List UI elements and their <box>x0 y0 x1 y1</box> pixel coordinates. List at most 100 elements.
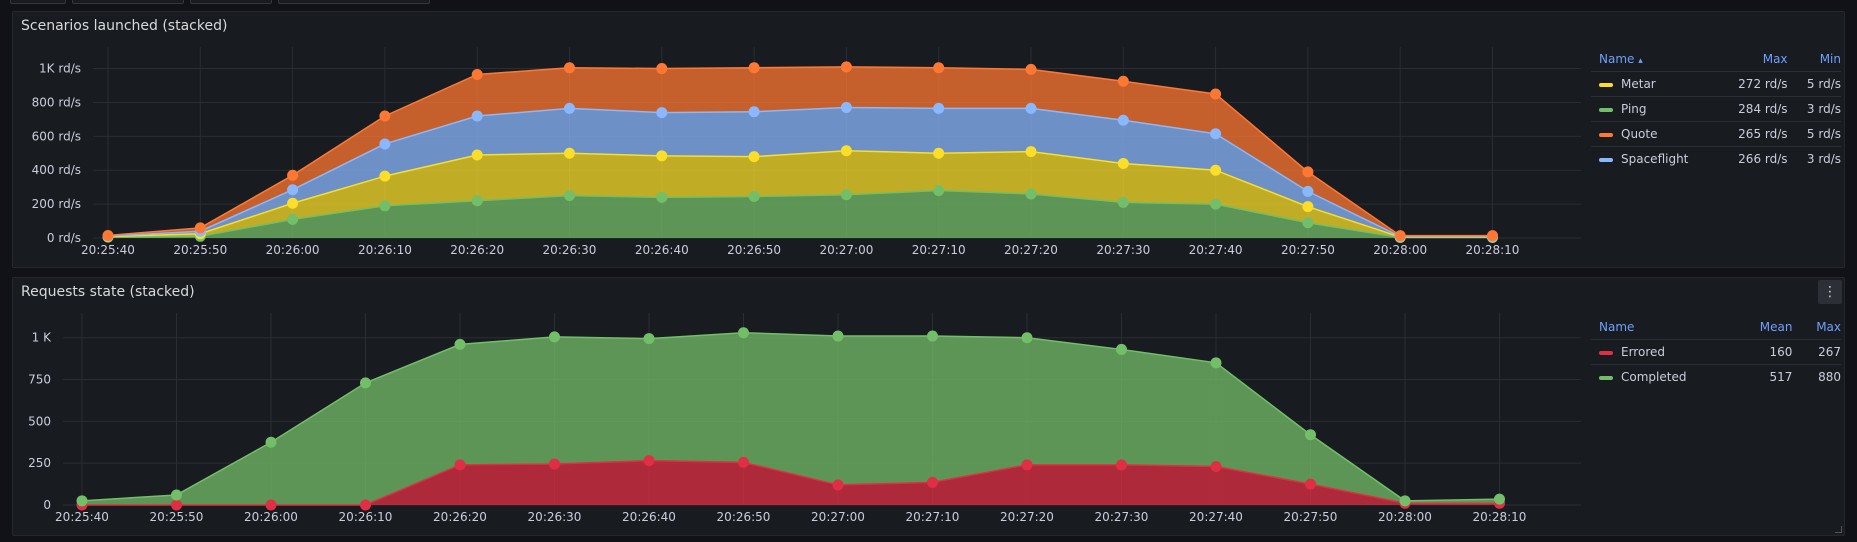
x-tick-label: 20:26:30 <box>528 510 582 524</box>
legend-series-name: Completed <box>1621 370 1687 384</box>
y-tick-label: 250 <box>28 456 51 470</box>
data-point <box>832 479 844 491</box>
data-point <box>748 106 760 118</box>
kebab-menu-icon[interactable]: ⋮ <box>1818 280 1842 304</box>
legend-value: 3 rd/s <box>1787 146 1841 171</box>
legend-row[interactable]: Errored 160 267 <box>1591 339 1841 365</box>
toolbar-button[interactable] <box>190 0 272 4</box>
data-point <box>1302 217 1314 229</box>
data-point <box>76 495 88 507</box>
y-tick-label: 400 rd/s <box>32 163 81 177</box>
x-tick-label: 20:26:00 <box>266 243 320 257</box>
data-point <box>1025 102 1037 114</box>
data-point <box>1117 157 1129 169</box>
x-tick-label: 20:26:00 <box>244 510 298 524</box>
data-point <box>360 499 371 511</box>
data-point <box>171 499 182 511</box>
data-point <box>1117 114 1129 126</box>
y-tick-label: 600 rd/s <box>32 129 81 143</box>
legend-series-name: Metar <box>1621 77 1656 91</box>
data-point <box>738 456 749 468</box>
data-point <box>1305 478 1316 490</box>
x-tick-label: 20:26:20 <box>433 510 487 524</box>
legend-series-name: Ping <box>1621 102 1647 116</box>
data-point <box>643 455 655 467</box>
data-point <box>933 102 945 114</box>
legend-header-max[interactable]: Max <box>1715 52 1788 72</box>
data-point <box>927 330 938 342</box>
requests-panel: Requests state (stacked) ⋮ 0 250 500 750 1 K… <box>12 277 1845 536</box>
x-tick-label: 20:26:20 <box>450 243 504 257</box>
legend-row[interactable]: Quote 265 rd/s 5 rd/s <box>1591 121 1841 147</box>
data-point <box>379 170 391 182</box>
data-point <box>454 459 466 471</box>
data-point <box>171 489 182 501</box>
data-point <box>656 191 668 203</box>
x-tick-label: 20:27:10 <box>906 510 960 524</box>
data-point <box>471 195 483 207</box>
data-point <box>549 458 560 470</box>
x-tick-label: 20:27:30 <box>1095 510 1149 524</box>
data-point <box>656 63 668 75</box>
data-point <box>1302 166 1314 178</box>
data-point <box>832 330 844 342</box>
legend-color-swatch <box>1599 375 1613 380</box>
legend-row[interactable]: Spaceflight 266 rd/s 3 rd/s <box>1591 146 1841 171</box>
data-point <box>840 61 852 73</box>
x-tick-label: 20:28:10 <box>1473 510 1527 524</box>
x-tick-label: 20:27:40 <box>1189 510 1243 524</box>
scenarios-chart: 0 rd/s 200 rd/s 400 rd/s 600 rd/s 800 rd/s 1K… <box>32 47 1581 257</box>
legend-row[interactable]: Metar 272 rd/s 5 rd/s <box>1591 71 1841 97</box>
data-point <box>287 197 299 209</box>
y-tick-label: 1 K <box>32 331 52 345</box>
scenarios-panel: Scenarios launched (stacked) 0 rd/s 200 r… <box>12 11 1845 268</box>
x-tick-label: 20:26:10 <box>339 510 393 524</box>
data-point <box>1210 461 1222 473</box>
legend-row[interactable]: Completed 517 880 <box>1591 364 1841 389</box>
data-point <box>748 151 760 163</box>
data-point <box>265 499 277 511</box>
x-tick-label: 20:27:50 <box>1281 243 1335 257</box>
data-point <box>933 62 945 74</box>
data-point <box>1021 332 1033 344</box>
scenarios-legend: Name ▴ Max Min Metar 272 rd/s 5 rd/s Ping 28… <box>1591 52 1841 171</box>
legend-row[interactable]: Ping 284 rd/s 3 rd/s <box>1591 96 1841 122</box>
y-tick-label: 200 rd/s <box>32 197 81 211</box>
x-tick-label: 20:26:40 <box>635 243 689 257</box>
data-point <box>933 147 945 159</box>
x-tick-label: 20:27:20 <box>1004 243 1058 257</box>
data-point <box>102 229 114 241</box>
legend-header-name[interactable]: Name <box>1591 320 1732 340</box>
legend-header-name[interactable]: Name ▴ <box>1591 52 1715 72</box>
sort-asc-icon: ▴ <box>1638 56 1643 66</box>
x-tick-label: 20:25:50 <box>150 510 204 524</box>
toolbar-button[interactable] <box>10 0 66 4</box>
x-tick-label: 20:26:50 <box>717 510 771 524</box>
data-point <box>643 333 655 345</box>
data-point <box>379 110 391 122</box>
y-tick-label: 0 rd/s <box>47 231 81 245</box>
x-tick-label: 20:25:40 <box>55 510 109 524</box>
data-point <box>471 110 483 122</box>
x-tick-label: 20:27:30 <box>1096 243 1150 257</box>
x-tick-label: 20:27:40 <box>1189 243 1243 257</box>
y-tick-label: 500 <box>28 414 51 428</box>
legend-series-name: Spaceflight <box>1621 152 1689 166</box>
data-point <box>549 331 560 343</box>
legend-header-mean[interactable]: Mean <box>1732 320 1793 340</box>
data-point <box>287 213 299 225</box>
legend-value: 267 <box>1792 339 1841 365</box>
toolbar-button[interactable] <box>278 0 430 4</box>
y-tick-label: 750 <box>28 373 51 387</box>
data-point <box>1487 230 1498 242</box>
legend-header-max[interactable]: Max <box>1792 320 1841 340</box>
data-point <box>1117 75 1129 87</box>
data-point <box>1494 493 1505 505</box>
data-point <box>656 150 668 162</box>
x-tick-label: 20:28:10 <box>1466 243 1520 257</box>
legend-header-min[interactable]: Min <box>1788 52 1841 72</box>
legend-color-swatch <box>1599 350 1613 355</box>
toolbar-button[interactable] <box>72 0 184 4</box>
resize-handle[interactable] <box>1835 526 1842 533</box>
data-point <box>564 190 575 202</box>
